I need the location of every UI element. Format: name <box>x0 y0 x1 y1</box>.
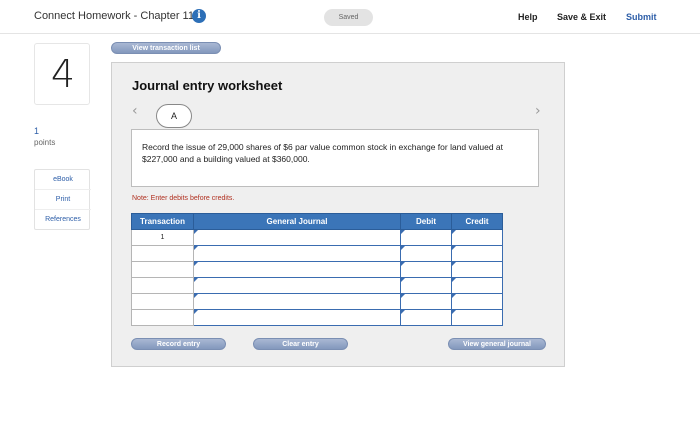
account-select[interactable] <box>193 309 401 326</box>
save-exit-link[interactable]: Save & Exit <box>557 12 606 22</box>
clear-entry-button[interactable]: Clear entry <box>253 338 348 350</box>
view-general-journal-button[interactable]: View general journal <box>448 338 546 350</box>
account-select[interactable] <box>193 277 401 294</box>
account-select[interactable] <box>193 261 401 278</box>
credit-input[interactable] <box>451 245 503 262</box>
chevron-left-icon[interactable]: ‹ <box>132 103 138 119</box>
table-row <box>131 245 503 262</box>
record-entry-button[interactable]: Record entry <box>131 338 226 350</box>
debit-input[interactable] <box>400 229 452 246</box>
debit-input[interactable] <box>400 309 452 326</box>
resource-links: eBook Print References <box>34 169 91 230</box>
instruction-text: Record the issue of 29,000 shares of $6 … <box>142 142 503 164</box>
points-label: points <box>34 138 56 147</box>
credit-input[interactable] <box>451 277 503 294</box>
col-transaction: Transaction <box>131 213 194 230</box>
transaction-cell <box>131 245 194 262</box>
credit-input[interactable] <box>451 229 503 246</box>
transaction-cell <box>131 261 194 278</box>
saved-status-badge: Saved <box>324 9 373 26</box>
help-link[interactable]: Help <box>518 12 538 22</box>
print-link[interactable]: Print <box>35 190 91 210</box>
journal-table: Transaction General Journal Debit Credit… <box>131 213 503 326</box>
account-select[interactable] <box>193 245 401 262</box>
table-row <box>131 261 503 278</box>
transaction-cell <box>131 293 194 310</box>
chevron-right-icon[interactable]: › <box>535 103 541 119</box>
view-transaction-list-button[interactable]: View transaction list <box>111 42 221 54</box>
table-row <box>131 309 503 326</box>
transaction-tab-a[interactable]: A <box>156 104 192 128</box>
table-row: 1 <box>131 229 503 246</box>
journal-worksheet-panel: Journal entry worksheet ‹ A › Record the… <box>111 62 565 367</box>
points-value: 1 <box>34 126 40 136</box>
question-number: 4 <box>50 52 76 96</box>
app-title: Connect Homework - Chapter 11 <box>34 10 194 22</box>
worksheet-title: Journal entry worksheet <box>132 78 283 93</box>
transaction-cell <box>131 309 194 326</box>
col-general-journal: General Journal <box>193 213 401 230</box>
table-row <box>131 293 503 310</box>
question-number-box: 4 <box>34 43 90 105</box>
instruction-box: Record the issue of 29,000 shares of $6 … <box>131 129 539 187</box>
col-credit: Credit <box>451 213 503 230</box>
transaction-cell <box>131 277 194 294</box>
col-debit: Debit <box>400 213 452 230</box>
credit-input[interactable] <box>451 293 503 310</box>
debit-input[interactable] <box>400 245 452 262</box>
credit-input[interactable] <box>451 261 503 278</box>
debit-input[interactable] <box>400 277 452 294</box>
ebook-link[interactable]: eBook <box>35 170 91 190</box>
account-select[interactable] <box>193 293 401 310</box>
debit-input[interactable] <box>400 293 452 310</box>
account-select[interactable] <box>193 229 401 246</box>
debit-credit-note: Note: Enter debits before credits. <box>132 195 235 202</box>
top-header: Connect Homework - Chapter 11 i Saved He… <box>0 0 700 34</box>
table-row <box>131 277 503 294</box>
submit-link[interactable]: Submit <box>626 12 657 22</box>
credit-input[interactable] <box>451 309 503 326</box>
debit-input[interactable] <box>400 261 452 278</box>
references-link[interactable]: References <box>35 210 91 230</box>
info-icon[interactable]: i <box>192 9 206 23</box>
transaction-cell: 1 <box>131 229 194 246</box>
